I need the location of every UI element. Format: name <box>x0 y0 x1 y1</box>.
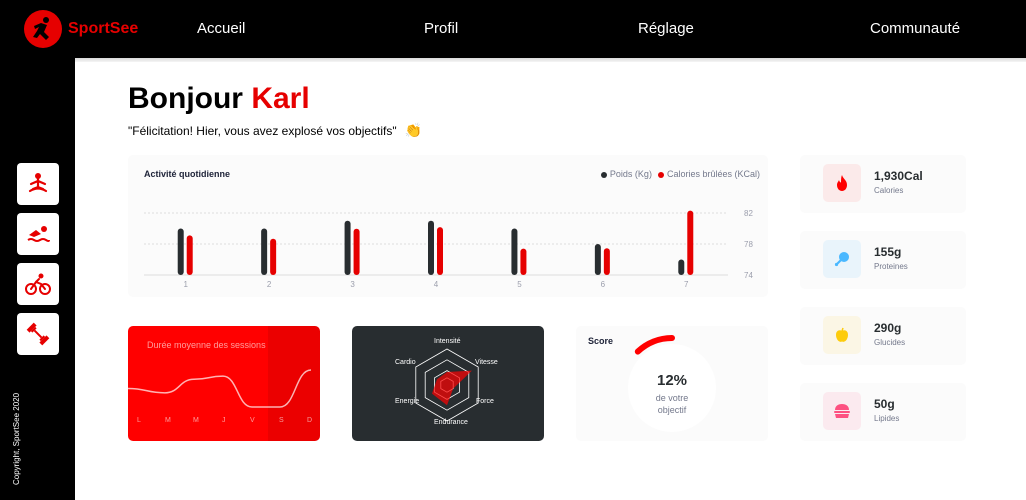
radar-label-force: Force <box>476 398 494 405</box>
weight-bar <box>511 228 518 275</box>
y-tick-label: 82 <box>744 209 753 218</box>
radar-label-vitesse: Vitesse <box>475 359 498 366</box>
nav-profil[interactable]: Profil <box>424 20 458 37</box>
x-tick-label: 1 <box>183 280 188 289</box>
calories-bar <box>603 248 610 275</box>
sessions-line <box>128 369 312 408</box>
radar-label-endurance: Endurance <box>434 419 468 426</box>
swimming-icon <box>27 226 50 242</box>
calories-bar <box>270 238 277 275</box>
weight-bar <box>594 244 601 275</box>
x-tick-label: 6 <box>601 280 606 289</box>
proteins-icon-box <box>823 240 861 278</box>
carbs-icon-box <box>823 316 861 354</box>
session-day: L <box>137 417 141 424</box>
top-navigation-bar: SportSee Accueil Profil Réglage Communau… <box>0 0 1026 62</box>
score-caption-line1: de votre <box>655 393 689 403</box>
sportsee-logo-icon <box>24 10 62 48</box>
lipids-value: 50g <box>874 397 895 411</box>
calories-label: Calories <box>874 186 904 195</box>
lipids-icon-box <box>823 392 861 430</box>
user-name: Karl <box>251 82 310 115</box>
calories-value: 1,930Cal <box>874 169 923 183</box>
calories-bar <box>437 227 443 275</box>
carbs-card: 290g Glucides <box>800 307 966 365</box>
nav-reglage[interactable]: Réglage <box>638 20 694 37</box>
swimming-button[interactable] <box>17 213 59 255</box>
activity-chart: Activité quotidienne Poids (Kg) Calories… <box>128 155 768 297</box>
weight-bar <box>678 259 685 275</box>
header-shadow <box>0 58 1026 62</box>
x-tick-label: 5 <box>517 280 522 289</box>
radar-label-energie: Energie <box>395 398 420 405</box>
yoga-button[interactable] <box>17 163 59 205</box>
clapping-hands-icon: 👏 <box>404 122 423 138</box>
session-day: M <box>165 417 171 424</box>
weight-bar <box>428 220 434 275</box>
apple-icon <box>836 327 848 342</box>
session-day: M <box>193 417 199 424</box>
proteins-label: Proteines <box>874 262 908 271</box>
carbs-label: Glucides <box>874 338 906 347</box>
score-card: Score 12% de votre objectif <box>576 326 768 441</box>
yoga-icon <box>28 173 48 193</box>
cycling-button[interactable] <box>17 263 59 305</box>
x-tick-label: 4 <box>434 280 439 289</box>
x-tick-label: 2 <box>267 280 272 289</box>
activity-plot: 74 78 82 1 2 3 4 5 6 7 <box>144 209 753 289</box>
calories-bar <box>520 248 527 275</box>
proteins-card: 155g Proteines <box>800 231 966 289</box>
greeting-message: "Félicitation! Hier, vous avez explosé v… <box>128 122 422 139</box>
calories-icon-box <box>823 164 861 202</box>
calories-bar <box>353 228 360 275</box>
session-day: D <box>307 417 313 424</box>
radar-label-intensite: Intensité <box>434 338 461 345</box>
copyright-text: Copyright, SportSee 2020 <box>12 392 21 485</box>
nav-accueil[interactable]: Accueil <box>197 20 245 37</box>
score-caption: de votre objectif <box>576 392 768 416</box>
dumbbell-icon <box>26 322 50 346</box>
nav-communaute[interactable]: Communauté <box>870 20 960 37</box>
page-title: Bonjour Karl <box>128 82 310 116</box>
lipids-label: Lipides <box>874 414 900 423</box>
calories-card: 1,930Cal Calories <box>800 155 966 213</box>
x-tick-label: 3 <box>350 280 355 289</box>
dumbbell-button[interactable] <box>17 313 59 355</box>
greeting-message-text: "Félicitation! Hier, vous avez explosé v… <box>128 123 397 138</box>
calories-bar <box>186 235 193 275</box>
lipids-card: 50g Lipides <box>800 383 966 441</box>
session-day: V <box>250 417 255 424</box>
score-value: 12% <box>656 372 688 389</box>
carbs-value: 290g <box>874 321 902 335</box>
weight-bar <box>177 228 184 275</box>
radar-label-cardio: Cardio <box>395 359 416 366</box>
performance-radar-card: Intensité Vitesse Force Endurance Energi… <box>352 326 544 441</box>
score-caption-line2: objectif <box>657 405 687 415</box>
logo[interactable]: SportSee <box>24 10 138 48</box>
session-day: J <box>222 417 226 424</box>
cycling-icon <box>25 273 51 295</box>
calories-bar <box>687 210 694 275</box>
weight-bar <box>344 220 351 275</box>
greeting-hello: Bonjour <box>128 82 243 115</box>
proteins-value: 155g <box>874 245 902 259</box>
chicken-icon <box>834 252 849 267</box>
logo-text: SportSee <box>68 20 139 37</box>
session-day: S <box>279 417 284 424</box>
x-tick-label: 7 <box>684 280 689 289</box>
y-tick-label: 74 <box>744 271 753 280</box>
y-tick-label: 78 <box>744 240 753 249</box>
burger-icon <box>834 404 850 418</box>
fire-icon <box>837 175 847 191</box>
average-sessions-card: Durée moyenne des sessions L M M J V S D <box>128 326 320 441</box>
weight-bar <box>261 228 268 275</box>
